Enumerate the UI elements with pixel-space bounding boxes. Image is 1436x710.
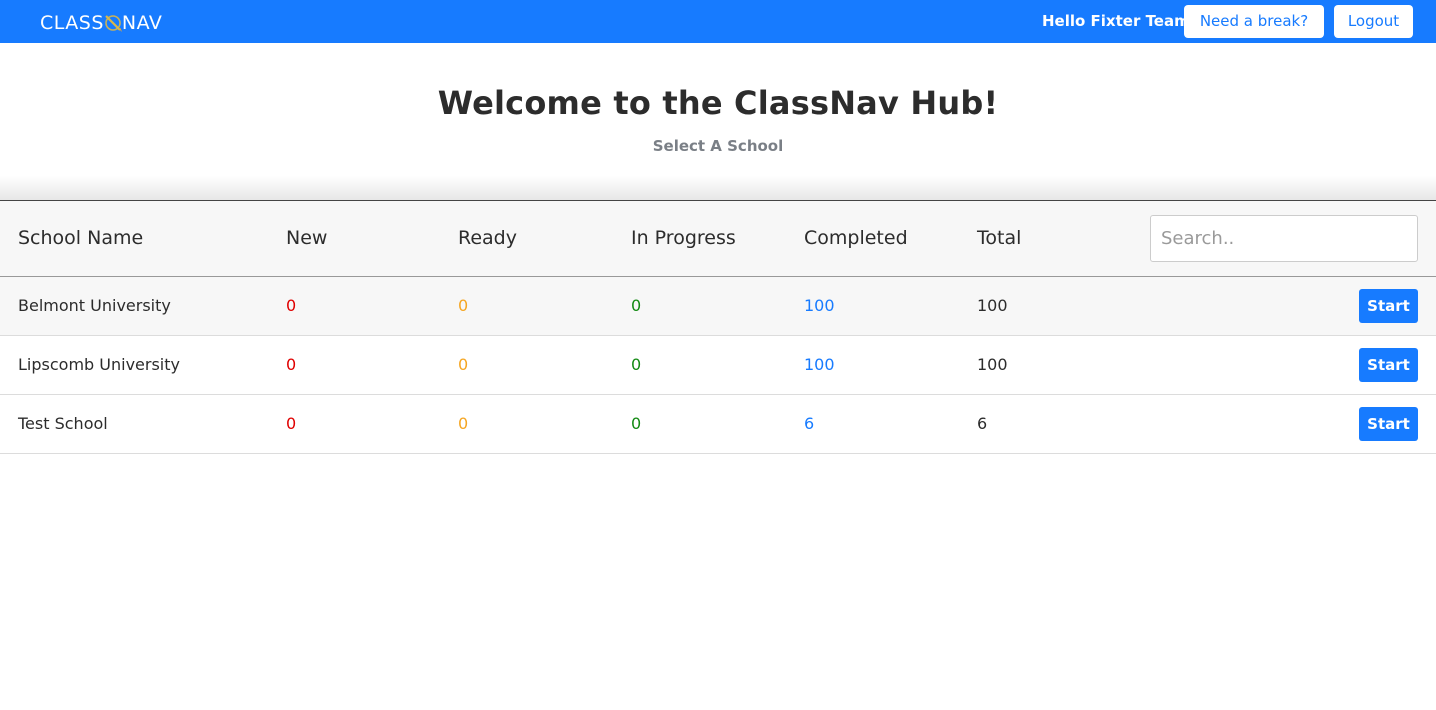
classnav-logo[interactable]: CLASS NAV (40, 10, 162, 36)
logout-button[interactable]: Logout (1334, 5, 1413, 38)
column-header-new: New (286, 227, 328, 249)
school-name: Test School (18, 414, 108, 433)
new-count: 0 (286, 355, 297, 374)
school-name: Lipscomb University (18, 355, 180, 374)
start-button[interactable]: Start (1359, 407, 1418, 441)
completed-count: 100 (804, 355, 835, 374)
column-header-school-name: School Name (18, 227, 144, 249)
logo-text-class: CLASS (40, 12, 104, 34)
table-header-row: School Name New Ready In Progress Comple… (0, 200, 1436, 277)
header-shadow-divider (0, 176, 1436, 201)
table-row: Test School 0 0 0 6 6 Start (0, 395, 1436, 454)
ready-count: 0 (458, 296, 469, 315)
page-subtitle: Select A School (652, 137, 784, 155)
new-count: 0 (286, 414, 297, 433)
start-button[interactable]: Start (1359, 289, 1418, 323)
table-row: Belmont University 0 0 0 100 100 Start (0, 277, 1436, 336)
new-count: 0 (286, 296, 297, 315)
column-header-total: Total (977, 227, 1022, 249)
ready-count: 0 (458, 414, 469, 433)
need-a-break-button[interactable]: Need a break? (1184, 5, 1324, 38)
in-progress-count: 0 (631, 355, 642, 374)
total-count: 6 (977, 414, 988, 433)
school-name: Belmont University (18, 296, 171, 315)
logo-text-nav: NAV (121, 12, 163, 34)
total-count: 100 (977, 355, 1008, 374)
table-row: Lipscomb University 0 0 0 100 100 Start (0, 336, 1436, 395)
completed-count: 6 (804, 414, 815, 433)
search-input[interactable] (1150, 215, 1418, 262)
in-progress-count: 0 (631, 296, 642, 315)
page-title: Welcome to the ClassNav Hub! (437, 84, 999, 122)
column-header-completed: Completed (804, 227, 908, 249)
completed-count: 100 (804, 296, 835, 315)
column-header-in-progress: In Progress (631, 227, 736, 249)
top-navbar: CLASS NAV Hello Fixter Team Need a break… (0, 0, 1436, 43)
schools-table: School Name New Ready In Progress Comple… (0, 200, 1436, 454)
compass-pencil-icon (102, 12, 124, 34)
user-greeting: Hello Fixter Team (1042, 12, 1190, 30)
column-header-ready: Ready (458, 227, 517, 249)
total-count: 100 (977, 296, 1008, 315)
start-button[interactable]: Start (1359, 348, 1418, 382)
ready-count: 0 (458, 355, 469, 374)
in-progress-count: 0 (631, 414, 642, 433)
